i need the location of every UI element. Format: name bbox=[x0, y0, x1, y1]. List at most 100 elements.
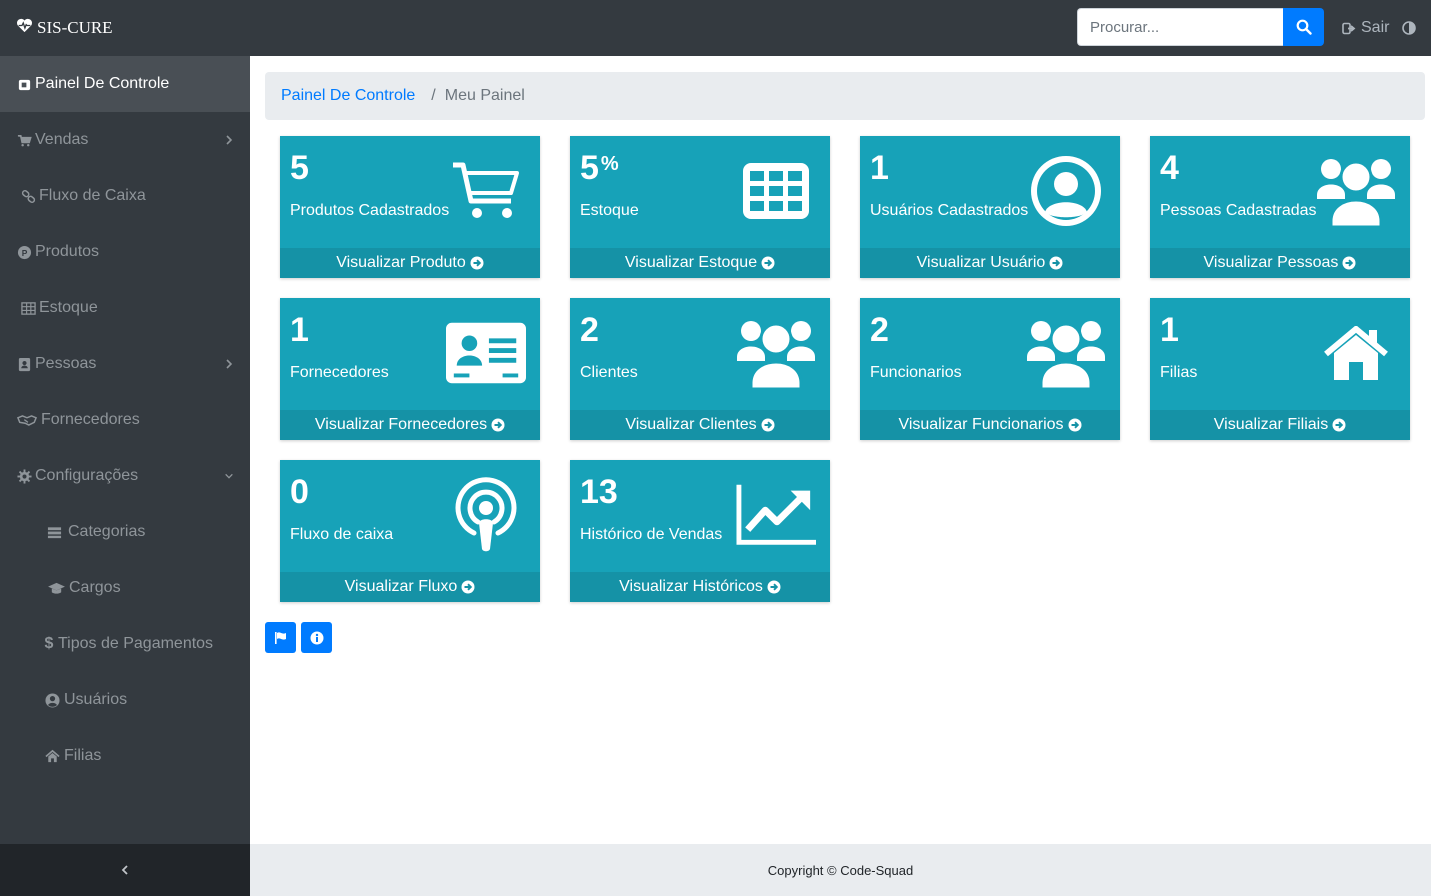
card-link[interactable]: Visualizar Filiais bbox=[1150, 410, 1410, 440]
arrow-circle-right-icon bbox=[491, 418, 505, 432]
arrow-circle-right-icon bbox=[461, 580, 475, 594]
info-button[interactable] bbox=[301, 622, 332, 653]
sidebar: Painel De Controle Vendas Fluxo de Caixa… bbox=[0, 56, 250, 896]
card-label: Clientes bbox=[580, 364, 638, 381]
sidebar-item-pagamentos[interactable]: $ Tipos de Pagamentos bbox=[0, 616, 250, 672]
sidebar-item-usuarios[interactable]: Usuários bbox=[0, 672, 250, 728]
sidebar-item-produtos[interactable]: P Produtos bbox=[0, 224, 250, 280]
gear-icon bbox=[16, 468, 32, 484]
breadcrumb-current: Meu Painel bbox=[444, 87, 525, 104]
sidebar-item-label: Usuários bbox=[64, 691, 128, 708]
cart-icon bbox=[16, 132, 32, 148]
breadcrumb-link-painel[interactable]: Painel De Controle bbox=[281, 87, 415, 105]
brand[interactable]: SIS-CURE bbox=[16, 18, 113, 38]
card-produtos: 5 Produtos Cadastrados Visualizar Produt… bbox=[280, 136, 540, 278]
chevron-left-icon bbox=[121, 865, 128, 875]
sidebar-collapse-button[interactable] bbox=[0, 844, 250, 896]
card-value: 2 bbox=[870, 311, 889, 349]
sidebar-item-filias[interactable]: Filias bbox=[0, 728, 250, 784]
flag-icon bbox=[274, 631, 286, 644]
top-navbar: SIS-CURE Sair bbox=[0, 0, 1431, 56]
dollar-icon: $ bbox=[44, 635, 54, 652]
card-value: 0 bbox=[290, 473, 309, 511]
card-pessoas: 4 Pessoas Cadastradas Visualizar Pessoas bbox=[1150, 136, 1410, 278]
card-label: Fornecedores bbox=[290, 364, 389, 381]
search-icon bbox=[1296, 19, 1312, 35]
shopping-cart-icon bbox=[446, 154, 526, 228]
card-link-label: Visualizar Históricos bbox=[619, 578, 763, 595]
theme-toggle-icon[interactable] bbox=[1402, 21, 1416, 35]
list-icon bbox=[46, 524, 62, 540]
card-value: 13 bbox=[580, 473, 618, 511]
arrow-circle-right-icon bbox=[761, 256, 775, 270]
sidebar-item-label: Configurações bbox=[35, 467, 139, 484]
sidebar-item-fluxo[interactable]: Fluxo de Caixa bbox=[0, 168, 250, 224]
sidebar-item-cargos[interactable]: Cargos bbox=[0, 560, 250, 616]
card-link-label: Visualizar Usuário bbox=[916, 254, 1046, 271]
card-link[interactable]: Visualizar Produto bbox=[280, 248, 540, 278]
flag-button[interactable] bbox=[265, 622, 296, 653]
logout-label: Sair bbox=[1361, 19, 1390, 36]
card-clientes: 2 Clientes Visualizar Clientes bbox=[570, 298, 830, 440]
arrow-circle-right-icon bbox=[1049, 256, 1063, 270]
line-chart-icon bbox=[736, 478, 816, 552]
card-link[interactable]: Visualizar Funcionarios bbox=[860, 410, 1120, 440]
card-link[interactable]: Visualizar Históricos bbox=[570, 572, 830, 602]
podcast-icon bbox=[446, 477, 526, 552]
card-link-label: Visualizar Pessoas bbox=[1203, 254, 1339, 271]
card-funcionarios: 2 Funcionarios Visualizar Funcionarios bbox=[860, 298, 1120, 440]
card-link[interactable]: Visualizar Fluxo bbox=[280, 572, 540, 602]
card-label: Usuários Cadastrados bbox=[870, 202, 1029, 219]
card-estoque: 5% Estoque Visualizar Estoque bbox=[570, 136, 830, 278]
card-label: Funcionarios bbox=[870, 364, 962, 381]
card-link[interactable]: Visualizar Pessoas bbox=[1150, 248, 1410, 278]
card-fornecedores: 1 Fornecedores Visualizar Fornecedores bbox=[280, 298, 540, 440]
home-icon bbox=[1316, 316, 1396, 390]
card-value: 1 bbox=[290, 311, 309, 349]
arrow-circle-right-icon bbox=[1332, 418, 1346, 432]
card-value: 5% bbox=[580, 149, 619, 187]
card-link-label: Visualizar Estoque bbox=[624, 254, 758, 271]
card-label: Estoque bbox=[580, 202, 639, 219]
graduation-cap-icon bbox=[46, 580, 66, 596]
card-label: Fluxo de caixa bbox=[290, 526, 394, 543]
user-circle-icon bbox=[44, 692, 60, 708]
sidebar-item-label: Fluxo de Caixa bbox=[39, 187, 146, 204]
arrow-circle-right-icon bbox=[1342, 256, 1356, 270]
search-form bbox=[1077, 8, 1324, 46]
card-label: Produtos Cadastrados bbox=[290, 202, 450, 219]
sidebar-item-configuracoes[interactable]: Configurações bbox=[0, 448, 250, 504]
table-icon bbox=[20, 300, 36, 316]
sidebar-item-estoque[interactable]: Estoque bbox=[0, 280, 250, 336]
card-link-label: Visualizar Fornecedores bbox=[314, 416, 488, 433]
sidebar-item-categorias[interactable]: Categorias bbox=[0, 504, 250, 560]
card-link-label: Visualizar Filiais bbox=[1213, 416, 1329, 433]
chevron-right-icon bbox=[226, 359, 233, 369]
card-link[interactable]: Visualizar Estoque bbox=[570, 248, 830, 278]
heartbeat-icon bbox=[16, 18, 33, 38]
sidebar-item-label: Produtos bbox=[35, 243, 100, 260]
users-icon bbox=[1026, 316, 1106, 390]
card-filias: 1 Filias Visualizar Filiais bbox=[1150, 298, 1410, 440]
home-icon bbox=[44, 748, 60, 764]
card-historico: 13 Histórico de Vendas Visualizar Histór… bbox=[570, 460, 830, 602]
card-link[interactable]: Visualizar Fornecedores bbox=[280, 410, 540, 440]
users-icon bbox=[1316, 154, 1396, 228]
sidebar-item-label: Tipos de Pagamentos bbox=[58, 635, 214, 652]
logout-link[interactable]: Sair bbox=[1342, 19, 1389, 37]
sidebar-item-vendas[interactable]: Vendas bbox=[0, 112, 250, 168]
card-link-label: Visualizar Clientes bbox=[625, 416, 757, 433]
sidebar-item-fornecedores[interactable]: Fornecedores bbox=[0, 392, 250, 448]
product-hunt-icon: P bbox=[16, 244, 32, 260]
user-circle-icon bbox=[1026, 154, 1106, 228]
sidebar-item-pessoas[interactable]: Pessoas bbox=[0, 336, 250, 392]
search-input[interactable] bbox=[1077, 8, 1283, 46]
search-button[interactable] bbox=[1283, 8, 1324, 46]
sidebar-item-label: Categorias bbox=[68, 523, 146, 540]
tachometer-icon bbox=[16, 76, 32, 92]
card-link[interactable]: Visualizar Clientes bbox=[570, 410, 830, 440]
card-link[interactable]: Visualizar Usuário bbox=[860, 248, 1120, 278]
sidebar-item-painel[interactable]: Painel De Controle bbox=[0, 56, 250, 112]
sign-out-icon bbox=[1342, 22, 1356, 34]
sidebar-item-label: Estoque bbox=[39, 299, 98, 316]
